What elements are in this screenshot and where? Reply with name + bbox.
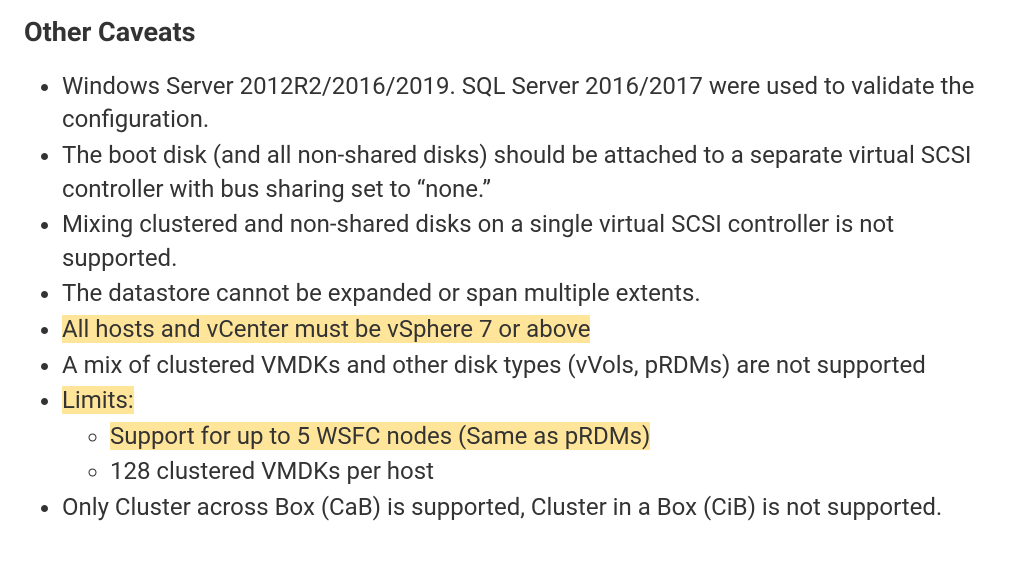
caveat-list: Windows Server 2012R2/2016/2019. SQL Ser… bbox=[24, 70, 1005, 525]
section-heading: Other Caveats bbox=[24, 14, 1005, 52]
list-item: A mix of clustered VMDKs and other disk … bbox=[62, 349, 1005, 383]
highlighted-text: All hosts and vCenter must be vSphere 7 … bbox=[62, 315, 590, 343]
list-item: 128 clustered VMDKs per host bbox=[110, 455, 1005, 489]
list-item: The datastore cannot be expanded or span… bbox=[62, 277, 1005, 311]
list-item: Support for up to 5 WSFC nodes (Same as … bbox=[110, 420, 1005, 454]
list-item: Only Cluster across Box (CaB) is support… bbox=[62, 491, 1005, 525]
list-item: Mixing clustered and non-shared disks on… bbox=[62, 208, 1005, 275]
highlighted-text: Limits: bbox=[62, 386, 134, 414]
list-item: The boot disk (and all non-shared disks)… bbox=[62, 139, 1005, 206]
nested-list: Support for up to 5 WSFC nodes (Same as … bbox=[62, 420, 1005, 489]
list-item: Limits: Support for up to 5 WSFC nodes (… bbox=[62, 384, 1005, 489]
list-item: Windows Server 2012R2/2016/2019. SQL Ser… bbox=[62, 70, 1005, 137]
list-item: All hosts and vCenter must be vSphere 7 … bbox=[62, 313, 1005, 347]
highlighted-text: Support for up to 5 WSFC nodes (Same as … bbox=[110, 422, 650, 450]
